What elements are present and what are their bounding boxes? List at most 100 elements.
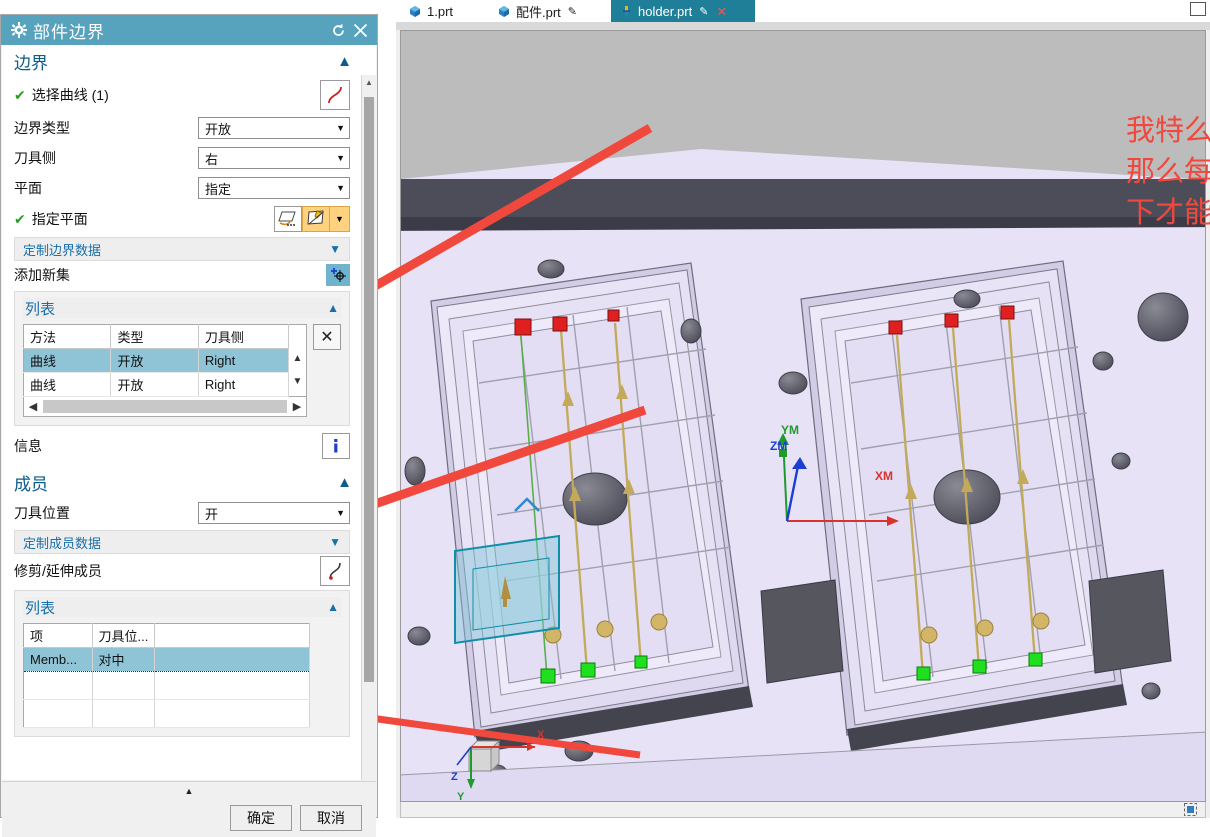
chevron-right-icon[interactable]: ▶ — [288, 400, 306, 413]
chevron-up-icon[interactable]: ▲ — [337, 53, 352, 70]
tool-position-select[interactable]: 开 ▼ — [198, 502, 350, 524]
scrollbar-thumb[interactable] — [364, 97, 374, 682]
part-icon — [498, 5, 511, 18]
custom-member-data-header[interactable]: 定制成员数据 ▼ — [14, 530, 350, 554]
wcs-y-label: YM — [781, 423, 799, 437]
row-info: 信息 — [2, 426, 362, 466]
window-corner-box — [1190, 2, 1206, 16]
member-list-box: 列表 ▲ 项 刀具位... Memb... 对中 — [14, 590, 350, 737]
column-header-tool-side[interactable]: 刀具侧 — [198, 324, 290, 349]
tab-label: holder.prt — [638, 3, 693, 19]
cell-method: 曲线 — [23, 348, 112, 373]
dialog-title-label: 部件边界 — [33, 22, 105, 42]
chevron-up-icon[interactable]: ▲ — [337, 474, 352, 491]
manufacturing-icon — [620, 5, 633, 18]
reset-icon[interactable] — [327, 19, 349, 41]
boundary-table-hscrollbar[interactable]: ◀ ▶ — [23, 397, 307, 417]
add-new-set-label: 添加新集 — [14, 267, 70, 283]
chevron-up-icon[interactable]: ▲ — [289, 347, 306, 370]
tool-side-value: 右 — [205, 151, 219, 167]
chevron-down-icon[interactable]: ▼ — [329, 242, 341, 256]
application-window: 1.prt 配件.prt ✎ holder.prt ✎ ✕ YM ZM XM X… — [0, 0, 1210, 837]
ok-button[interactable]: 确定 — [230, 805, 292, 831]
chevron-down-icon[interactable]: ▼ — [329, 535, 341, 549]
viewport-status-bar — [400, 802, 1206, 818]
column-header-tool-position[interactable]: 刀具位... — [92, 623, 156, 648]
tab-holderprt[interactable]: holder.prt ✎ ✕ — [611, 0, 755, 22]
trim-extend-icon[interactable] — [320, 556, 350, 586]
member-table[interactable]: 项 刀具位... Memb... 对中 — [23, 623, 310, 728]
table-header-row: 方法 类型 刀具侧 — [23, 324, 290, 349]
row-specify-plane: ✔ 指定平面 ▼ — [2, 203, 362, 235]
close-icon[interactable] — [349, 19, 371, 41]
tab-peijianprt[interactable]: 配件.prt ✎ — [489, 0, 604, 22]
graphics-canvas[interactable]: YM ZM XM X Y Z 3D世界网 WWW.3DSJW.COM — [400, 30, 1206, 802]
plane-constructor-icon[interactable] — [302, 206, 330, 232]
cell-tool-side: Right — [198, 372, 290, 397]
column-header-item[interactable]: 项 — [23, 623, 93, 648]
chevron-up-icon[interactable]: ▲ — [362, 75, 376, 89]
chevron-down-icon[interactable]: ▼ — [289, 370, 306, 393]
table-row[interactable] — [23, 671, 310, 700]
column-header-type[interactable]: 类型 — [110, 324, 199, 349]
close-icon[interactable]: ✕ — [716, 5, 727, 18]
table-row[interactable]: 曲线 开放 Right — [23, 348, 290, 373]
cell-blank — [154, 671, 310, 700]
table-row[interactable]: 曲线 开放 Right — [23, 372, 290, 397]
dialog-title-bar[interactable]: 部件边界 — [1, 15, 377, 45]
table-row[interactable]: Memb... 对中 — [23, 647, 310, 672]
info-icon[interactable] — [322, 433, 350, 459]
chevron-up-icon[interactable]: ▲ — [327, 600, 339, 614]
specify-plane-label: 指定平面 — [31, 211, 88, 227]
modified-indicator-icon: ✎ — [699, 5, 709, 18]
boundary-table-wrap: 方法 类型 刀具侧 曲线 开放 Right 曲线 开放 Right ▲ ▼ ◀ … — [23, 324, 341, 417]
cell-type: 开放 — [110, 372, 199, 397]
table-row[interactable] — [23, 699, 310, 728]
boundary-table-vscrollbar[interactable]: ▲ ▼ — [289, 324, 307, 397]
plane-select[interactable]: 指定 ▼ — [198, 177, 350, 199]
custom-boundary-data-header[interactable]: 定制边界数据 ▼ — [14, 237, 350, 261]
csys-z-label: Z — [451, 771, 458, 783]
cell-type: 开放 — [110, 348, 199, 373]
chevron-down-icon[interactable]: ▼ — [330, 206, 350, 232]
boundary-type-select[interactable]: 开放 ▼ — [198, 117, 350, 139]
add-set-icon[interactable] — [326, 264, 350, 286]
cancel-button[interactable]: 取消 — [300, 805, 362, 831]
chevron-left-icon[interactable]: ◀ — [24, 400, 42, 413]
section-member-header[interactable]: 成员 ▲ — [2, 466, 362, 498]
plane-label: 平面 — [14, 180, 42, 196]
chevron-down-icon: ▼ — [336, 153, 345, 163]
cell-tool-side: Right — [198, 348, 290, 373]
hscroll-thumb[interactable] — [43, 400, 287, 413]
specify-plane-label-group: ✔ 指定平面 — [14, 209, 88, 229]
tool-side-label: 刀具侧 — [14, 150, 56, 166]
tool-side-select[interactable]: 右 ▼ — [198, 147, 350, 169]
curve-icon[interactable] — [320, 80, 350, 110]
boundary-list-box: 列表 ▲ 方法 类型 刀具侧 曲线 开放 Right 曲线 开放 Right ▲… — [14, 291, 350, 426]
row-add-new-set: 添加新集 — [2, 261, 362, 289]
section-boundary-header[interactable]: 边界 ▲ — [2, 45, 362, 77]
member-list-header[interactable]: 列表 ▲ — [23, 597, 341, 617]
dialog-collapse-handle[interactable]: ▲ — [2, 781, 376, 800]
column-header-blank[interactable] — [154, 623, 310, 648]
tool-position-label: 刀具位置 — [14, 505, 70, 521]
tab-1prt[interactable]: 1.prt — [400, 0, 480, 22]
boundary-type-label: 边界类型 — [14, 120, 70, 136]
cell-item — [23, 671, 93, 700]
list-title: 列表 — [25, 599, 56, 617]
modified-indicator-icon: ✎ — [567, 5, 578, 18]
delete-icon[interactable]: ✕ — [313, 324, 341, 350]
plane-inferred-icon[interactable] — [274, 206, 302, 232]
boundary-table[interactable]: 方法 类型 刀具侧 曲线 开放 Right 曲线 开放 Right — [23, 324, 290, 397]
row-plane: 平面 指定 ▼ — [2, 173, 362, 203]
column-header-method[interactable]: 方法 — [23, 324, 112, 349]
chevron-up-icon[interactable]: ▲ — [327, 301, 339, 315]
view-icon[interactable] — [1184, 803, 1197, 816]
cell-tool-position — [92, 671, 156, 700]
tab-label: 配件.prt — [516, 4, 561, 20]
file-tab-bar: 1.prt 配件.prt ✎ holder.prt ✎ ✕ — [396, 0, 1210, 22]
row-boundary-type: 边界类型 开放 ▼ — [2, 113, 362, 143]
cell-tool-position — [92, 699, 156, 728]
dialog-scrollbar[interactable]: ▲ ▼ — [361, 75, 376, 780]
boundary-list-header[interactable]: 列表 ▲ — [23, 298, 341, 318]
